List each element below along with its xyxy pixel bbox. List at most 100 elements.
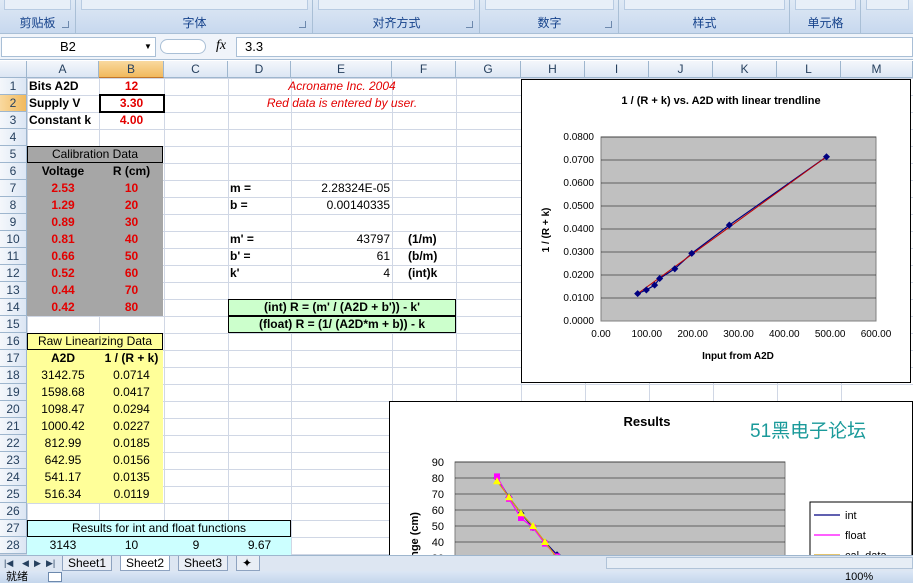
cell-d8[interactable]: b = bbox=[228, 197, 291, 214]
row-header-20[interactable]: 20 bbox=[0, 401, 27, 418]
cell-e12[interactable]: 4 bbox=[291, 265, 392, 282]
cell-res-title[interactable]: Results for int and float functions bbox=[27, 520, 291, 537]
row-header-25[interactable]: 25 bbox=[0, 486, 27, 503]
first-sheet-icon[interactable]: |◀ bbox=[4, 558, 13, 569]
macro-record-icon[interactable] bbox=[48, 572, 62, 582]
select-all-corner[interactable] bbox=[0, 61, 27, 78]
cell-a3[interactable]: Constant k bbox=[27, 112, 99, 129]
cell-raw-h1[interactable]: A2D bbox=[27, 350, 99, 367]
row-header-17[interactable]: 17 bbox=[0, 350, 27, 367]
cell-cal-r[interactable]: 50 bbox=[99, 248, 164, 265]
column-header-j[interactable]: J bbox=[649, 61, 713, 78]
cell-raw-inv[interactable]: 0.0294 bbox=[99, 401, 164, 418]
column-header-h[interactable]: H bbox=[521, 61, 585, 78]
cell-cal-voltage[interactable]: 0.89 bbox=[27, 214, 99, 231]
cell-e11[interactable]: 61 bbox=[291, 248, 392, 265]
ribbon-group-cells[interactable]: 单元格 bbox=[791, 0, 861, 34]
row-header-9[interactable]: 9 bbox=[0, 214, 27, 231]
cell-a28[interactable]: 3143 bbox=[27, 537, 99, 554]
cell-d7[interactable]: m = bbox=[228, 180, 291, 197]
row-header-19[interactable]: 19 bbox=[0, 384, 27, 401]
formula-input[interactable]: 3.3 bbox=[236, 37, 913, 57]
insert-sheet-icon[interactable]: ✦ bbox=[236, 556, 260, 571]
row-header-22[interactable]: 22 bbox=[0, 435, 27, 452]
cell-b1[interactable]: 12 bbox=[99, 78, 164, 95]
row-header-12[interactable]: 12 bbox=[0, 265, 27, 282]
cell-raw-h2[interactable]: 1 / (R + k) bbox=[99, 350, 164, 367]
dialog-launcher-icon[interactable] bbox=[62, 21, 69, 28]
cell-cal-title[interactable]: Calibration Data bbox=[27, 146, 163, 163]
cell-c28[interactable]: 9 bbox=[164, 537, 228, 554]
ribbon-group-editing[interactable] bbox=[862, 0, 913, 34]
formula-bar-resize[interactable] bbox=[160, 39, 206, 54]
cell-raw-inv[interactable]: 0.0119 bbox=[99, 486, 164, 503]
column-header-k[interactable]: K bbox=[713, 61, 777, 78]
ribbon-group-font[interactable]: 字体 bbox=[77, 0, 313, 34]
cell-b28[interactable]: 10 bbox=[99, 537, 164, 554]
cell-a2[interactable]: Supply V bbox=[27, 95, 99, 112]
cell-raw-inv[interactable]: 0.0185 bbox=[99, 435, 164, 452]
cell-raw-inv[interactable]: 0.0227 bbox=[99, 418, 164, 435]
cell-raw-inv[interactable]: 0.0135 bbox=[99, 469, 164, 486]
name-box[interactable]: B2 bbox=[1, 37, 156, 57]
row-header-14[interactable]: 14 bbox=[0, 299, 27, 316]
next-sheet-icon[interactable]: ▶ bbox=[34, 558, 41, 569]
row-header-7[interactable]: 7 bbox=[0, 180, 27, 197]
row-header-18[interactable]: 18 bbox=[0, 367, 27, 384]
cell-e10[interactable]: 43797 bbox=[291, 231, 392, 248]
cell-f12[interactable]: (int)k bbox=[406, 265, 456, 282]
cell-cal-r[interactable]: 80 bbox=[99, 299, 164, 316]
cell-raw-a2d[interactable]: 1098.47 bbox=[27, 401, 99, 418]
cell-e7[interactable]: 2.28324E-05 bbox=[291, 180, 392, 197]
row-header-24[interactable]: 24 bbox=[0, 469, 27, 486]
cell-raw-inv[interactable]: 0.0156 bbox=[99, 452, 164, 469]
cell-cal-h1[interactable]: Voltage bbox=[27, 163, 99, 180]
column-header-e[interactable]: E bbox=[291, 61, 392, 78]
cell-cal-voltage[interactable]: 2.53 bbox=[27, 180, 99, 197]
row-header-2[interactable]: 2 bbox=[0, 95, 27, 112]
tab-sheet3[interactable]: Sheet3 bbox=[178, 556, 229, 571]
cell-e8[interactable]: 0.00140335 bbox=[291, 197, 392, 214]
cell-raw-a2d[interactable]: 1598.68 bbox=[27, 384, 99, 401]
cell-raw-inv[interactable]: 0.0417 bbox=[99, 384, 164, 401]
cell-a1[interactable]: Bits A2D bbox=[27, 78, 99, 95]
last-sheet-icon[interactable]: ▶| bbox=[46, 558, 55, 569]
row-header-26[interactable]: 26 bbox=[0, 503, 27, 520]
cell-d28[interactable]: 9.67 bbox=[228, 537, 291, 554]
row-header-10[interactable]: 10 bbox=[0, 231, 27, 248]
cell-cal-voltage[interactable]: 0.52 bbox=[27, 265, 99, 282]
row-header-13[interactable]: 13 bbox=[0, 282, 27, 299]
row-header-15[interactable]: 15 bbox=[0, 316, 27, 333]
column-header-d[interactable]: D bbox=[228, 61, 291, 78]
tab-sheet2[interactable]: Sheet2 bbox=[120, 556, 171, 571]
cell-raw-a2d[interactable]: 642.95 bbox=[27, 452, 99, 469]
cell-cal-h2[interactable]: R (cm) bbox=[99, 163, 164, 180]
cell-cal-voltage[interactable]: 0.66 bbox=[27, 248, 99, 265]
column-header-b[interactable]: B bbox=[99, 61, 164, 78]
cell-d11[interactable]: b' = bbox=[228, 248, 291, 265]
row-header-28[interactable]: 28 bbox=[0, 537, 27, 554]
column-header-f[interactable]: F bbox=[392, 61, 456, 78]
cell-raw-a2d[interactable]: 812.99 bbox=[27, 435, 99, 452]
cell-eq1[interactable]: (int) R = (m' / (A2D + b')) - k' bbox=[228, 299, 456, 316]
row-header-21[interactable]: 21 bbox=[0, 418, 27, 435]
cell-raw-a2d[interactable]: 516.34 bbox=[27, 486, 99, 503]
cell-cal-r[interactable]: 70 bbox=[99, 282, 164, 299]
cell-raw-title[interactable]: Raw Linearizing Data bbox=[27, 333, 163, 350]
ribbon-group-alignment[interactable]: 对齐方式 bbox=[314, 0, 480, 34]
cell-cal-r[interactable]: 40 bbox=[99, 231, 164, 248]
results-chart[interactable]: Results 51黑电子论坛 90807060504030 Range (cm… bbox=[389, 401, 913, 555]
cell-header-line2[interactable]: Red data is entered by user. bbox=[228, 95, 456, 112]
row-header-4[interactable]: 4 bbox=[0, 129, 27, 146]
row-header-8[interactable]: 8 bbox=[0, 197, 27, 214]
row-header-16[interactable]: 16 bbox=[0, 333, 27, 350]
chevron-down-icon[interactable]: ▼ bbox=[144, 42, 152, 51]
row-header-23[interactable]: 23 bbox=[0, 452, 27, 469]
row-header-27[interactable]: 27 bbox=[0, 520, 27, 537]
column-header-i[interactable]: I bbox=[585, 61, 649, 78]
ribbon-group-number[interactable]: 数字 bbox=[481, 0, 619, 34]
cell-d12[interactable]: k' bbox=[228, 265, 291, 282]
cell-f10[interactable]: (1/m) bbox=[406, 231, 456, 248]
column-header-c[interactable]: C bbox=[164, 61, 228, 78]
cell-d10[interactable]: m' = bbox=[228, 231, 291, 248]
